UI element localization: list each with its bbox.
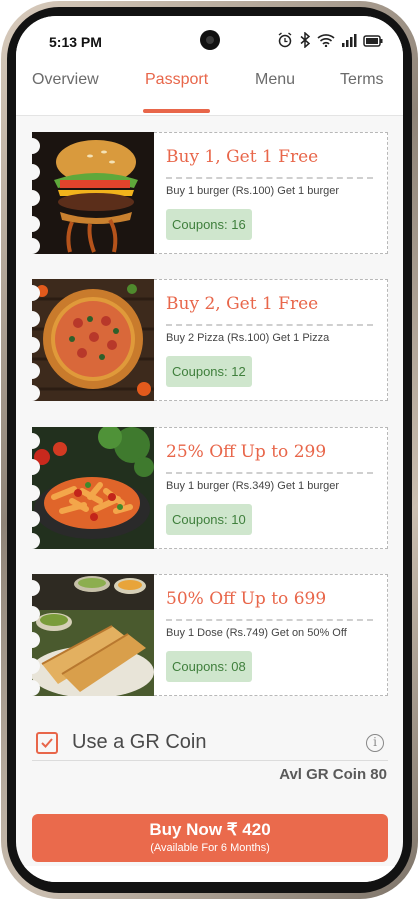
coupon-count-badge: Coupons: 08: [166, 651, 252, 682]
offer-title: 50% Off Up to 699: [166, 589, 327, 609]
divider: [166, 324, 373, 326]
check-icon: [41, 738, 53, 748]
status-icons: [277, 31, 383, 53]
battery-icon: [363, 34, 383, 52]
coupon-card[interactable]: Buy 1, Get 1 Free Buy 1 burger (Rs.100) …: [24, 132, 388, 254]
available-gr-coin: Avl GR Coin 80: [279, 766, 387, 783]
offer-description: Buy 1 burger (Rs.100) Get 1 burger: [166, 185, 340, 197]
signal-icon: [341, 33, 357, 52]
offer-description: Buy 1 Dose (Rs.749) Get on 50% Off: [166, 627, 347, 639]
wifi-icon: [317, 33, 335, 52]
coupon-count-badge: Coupons: 12: [166, 356, 252, 387]
coupon-count-badge: Coupons: 10: [166, 504, 252, 535]
bluetooth-icon: [299, 31, 311, 53]
coupon-details: Buy 1, Get 1 Free Buy 1 burger (Rs.100) …: [154, 132, 388, 254]
tab-menu[interactable]: Menu: [255, 70, 295, 100]
buy-now-sublabel: (Available For 6 Months): [150, 842, 270, 854]
dosa-image: [32, 574, 154, 696]
tab-bar: Overview Passport Menu Terms: [16, 68, 403, 116]
pizza-image: [32, 279, 154, 401]
coupon-details: 50% Off Up to 699 Buy 1 Dose (Rs.749) Ge…: [154, 574, 388, 696]
gr-coin-checkbox[interactable]: [36, 732, 58, 754]
divider: [166, 177, 373, 179]
pasta-image: [32, 427, 154, 549]
front-camera: [200, 30, 220, 50]
offer-title: 25% Off Up to 299: [166, 442, 327, 462]
divider: [32, 760, 388, 761]
gr-coin-label: Use a GR Coin: [72, 731, 207, 753]
coupon-card[interactable]: 25% Off Up to 299 Buy 1 burger (Rs.349) …: [24, 427, 388, 549]
tab-passport[interactable]: Passport: [142, 70, 211, 113]
coupon-card[interactable]: Buy 2, Get 1 Free Buy 2 Pizza (Rs.100) G…: [24, 279, 388, 401]
buy-now-label: Buy Now ₹ 420: [149, 820, 271, 839]
coupon-count-badge: Coupons: 16: [166, 209, 252, 240]
coupon-details: Buy 2, Get 1 Free Buy 2 Pizza (Rs.100) G…: [154, 279, 388, 401]
info-icon[interactable]: i: [366, 734, 384, 752]
tab-terms[interactable]: Terms: [340, 70, 384, 100]
phone-screen: 5:13 PM Overview Passport Menu Terms Buy…: [16, 16, 403, 882]
buy-now-button[interactable]: Buy Now ₹ 420 (Available For 6 Months): [32, 814, 388, 862]
offer-description: Buy 2 Pizza (Rs.100) Get 1 Pizza: [166, 332, 330, 344]
status-time: 5:13 PM: [49, 34, 102, 50]
coupon-card[interactable]: 50% Off Up to 699 Buy 1 Dose (Rs.749) Ge…: [24, 574, 388, 696]
alarm-icon: [277, 32, 293, 53]
offer-title: Buy 2, Get 1 Free: [166, 294, 319, 314]
coupon-details: 25% Off Up to 299 Buy 1 burger (Rs.349) …: [154, 427, 388, 549]
divider: [166, 472, 373, 474]
tab-overview[interactable]: Overview: [32, 70, 99, 100]
burger-image: [32, 132, 154, 254]
bottom-bar: [16, 866, 403, 882]
divider: [166, 619, 373, 621]
status-bar: 5:13 PM: [16, 16, 403, 68]
offer-description: Buy 1 burger (Rs.349) Get 1 burger: [166, 480, 340, 492]
offer-title: Buy 1, Get 1 Free: [166, 147, 319, 167]
